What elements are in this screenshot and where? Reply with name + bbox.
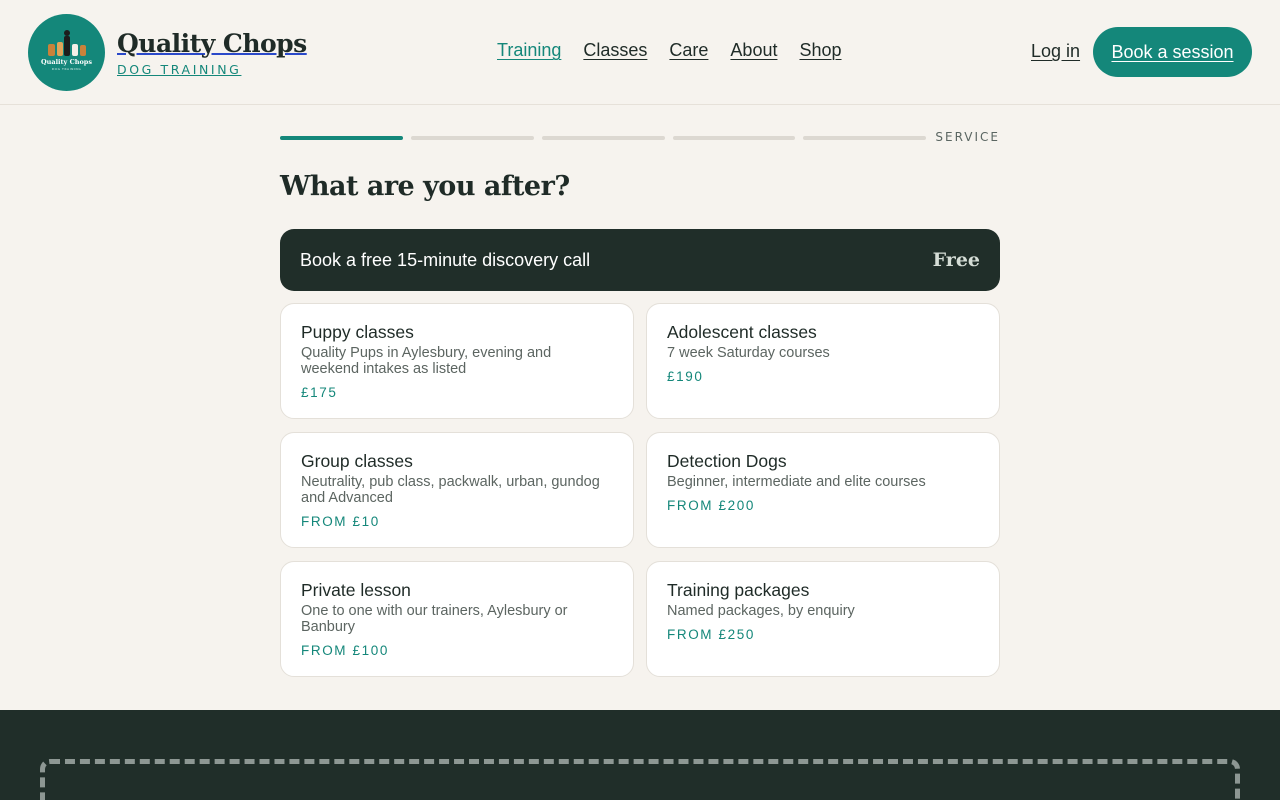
step-label: SERVICE xyxy=(935,130,1000,144)
progress-steps: SERVICE xyxy=(280,130,1000,156)
service-card-private-lesson[interactable]: Private lesson One to one with our train… xyxy=(280,561,634,677)
service-title: Detection Dogs xyxy=(667,451,787,471)
progress-step-3 xyxy=(542,136,665,140)
service-title: Puppy classes xyxy=(301,322,414,342)
service-card-puppy-classes[interactable]: Puppy classes Quality Pups in Aylesbury,… xyxy=(280,303,634,419)
nav-classes[interactable]: Classes xyxy=(583,40,647,61)
service-title: Adolescent classes xyxy=(667,322,817,342)
service-card-training-packages[interactable]: Training packages Named packages, by enq… xyxy=(646,561,1000,677)
logo-text: Quality Chops xyxy=(40,58,93,66)
service-options: Puppy classes Quality Pups in Aylesbury,… xyxy=(280,303,1000,677)
service-description: Named packages, by enquiry xyxy=(667,603,855,619)
book-session-button[interactable]: Book a session xyxy=(1093,27,1252,77)
dogs-icon xyxy=(48,30,86,56)
service-description: Beginner, intermediate and elite courses xyxy=(667,474,926,490)
service-price: FROM £250 xyxy=(667,627,755,642)
nav-about[interactable]: About xyxy=(730,40,777,61)
service-price: FROM £10 xyxy=(301,514,380,529)
nav-training[interactable]: Training xyxy=(497,40,561,61)
nav-shop[interactable]: Shop xyxy=(799,40,841,61)
dashed-placeholder-box xyxy=(40,759,1240,800)
site-header: Quality Chops DOG TRAINING Quality Chops… xyxy=(0,0,1280,105)
service-description: Quality Pups in Aylesbury, evening and w… xyxy=(301,345,552,377)
page-title: What are you after? xyxy=(280,171,570,202)
nav-care[interactable]: Care xyxy=(669,40,708,61)
brand-home-link[interactable]: Quality Chops DOG TRAINING Quality Chops… xyxy=(28,14,307,91)
service-description: Neutrality, pub class, packwalk, urban, … xyxy=(301,474,600,506)
service-price: £190 xyxy=(667,369,704,384)
service-price: FROM £100 xyxy=(301,643,389,658)
discovery-call-price: Free xyxy=(932,249,980,271)
login-link[interactable]: Log in xyxy=(1031,41,1080,62)
service-title: Training packages xyxy=(667,580,810,600)
progress-step-1 xyxy=(280,136,403,140)
service-card-detection-dogs[interactable]: Detection Dogs Beginner, intermediate an… xyxy=(646,432,1000,548)
service-price: £175 xyxy=(301,385,338,400)
service-description: One to one with our trainers, Aylesbury … xyxy=(301,603,568,635)
discovery-call-title: Book a free 15-minute discovery call xyxy=(300,249,591,270)
service-title: Group classes xyxy=(301,451,413,471)
brand-name[interactable]: Quality Chops xyxy=(117,29,307,59)
logo-subtext: DOG TRAINING xyxy=(51,67,82,71)
progress-step-5 xyxy=(803,136,926,140)
logo: Quality Chops DOG TRAINING xyxy=(28,14,105,91)
main-nav: Training Classes Care About Shop xyxy=(497,40,842,61)
dark-section xyxy=(0,710,1280,800)
service-description: 7 week Saturday courses xyxy=(667,345,830,361)
service-card-adolescent-classes[interactable]: Adolescent classes 7 week Saturday cours… xyxy=(646,303,1000,419)
service-card-group-classes[interactable]: Group classes Neutrality, pub class, pac… xyxy=(280,432,634,548)
discovery-call-option[interactable]: Book a free 15-minute discovery call Fre… xyxy=(280,229,1000,291)
service-price: FROM £200 xyxy=(667,498,755,513)
brand-tagline[interactable]: DOG TRAINING xyxy=(117,62,307,77)
progress-step-2 xyxy=(411,136,534,140)
progress-step-4 xyxy=(673,136,795,140)
service-title: Private lesson xyxy=(301,580,411,600)
